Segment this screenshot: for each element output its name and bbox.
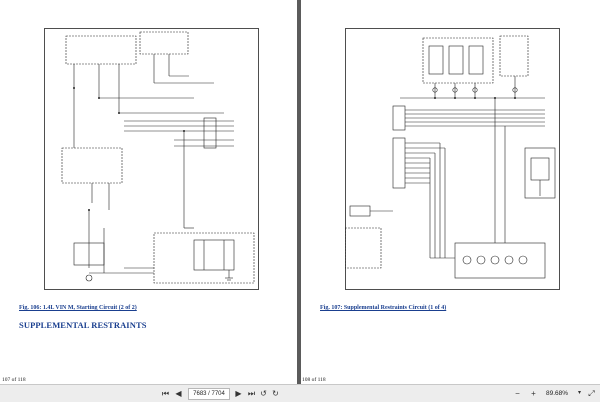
zoom-out-icon[interactable]: − <box>512 388 523 399</box>
supplemental-restraints-schematic <box>345 28 560 290</box>
last-page-icon[interactable]: ⏭ <box>246 388 257 399</box>
page-footer: 107 of 118 <box>2 377 26 383</box>
fit-width-icon[interactable]: ⤢ <box>586 388 597 399</box>
starting-circuit-schematic <box>44 28 259 290</box>
page-footer: 108 of 118 <box>302 377 326 383</box>
page-number-input[interactable]: 7683 / 7704 <box>188 388 230 400</box>
next-page-icon[interactable]: ▶ <box>233 388 244 399</box>
figure-caption[interactable]: Fig. 106: 1.4L VIN M, Starting Circuit (… <box>19 305 137 311</box>
document-viewer[interactable]: Fig. 106: 1.4L VIN M, Starting Circuit (… <box>0 0 600 384</box>
zoom-level[interactable]: 89.68% <box>546 388 568 399</box>
figure-caption[interactable]: Fig. 107: Supplemental Restraints Circui… <box>320 305 446 311</box>
zoom-in-icon[interactable]: + <box>528 388 539 399</box>
rotate-cw-icon[interactable]: ↻ <box>270 388 281 399</box>
chevron-down-icon[interactable]: ▾ <box>574 388 585 399</box>
viewer-toolbar: ⏮ ◀ 7683 / 7704 ▶ ⏭ ↺ ↻ − + 89.68% ▾ ⤢ <box>0 384 600 402</box>
pdf-page-right: Fig. 107: Supplemental Restraints Circui… <box>301 0 600 384</box>
pdf-page-left: Fig. 106: 1.4L VIN M, Starting Circuit (… <box>0 0 297 384</box>
rotate-ccw-icon[interactable]: ↺ <box>258 388 269 399</box>
section-heading: SUPPLEMENTAL RESTRAINTS <box>19 320 147 330</box>
first-page-icon[interactable]: ⏮ <box>160 388 171 399</box>
prev-page-icon[interactable]: ◀ <box>173 388 184 399</box>
